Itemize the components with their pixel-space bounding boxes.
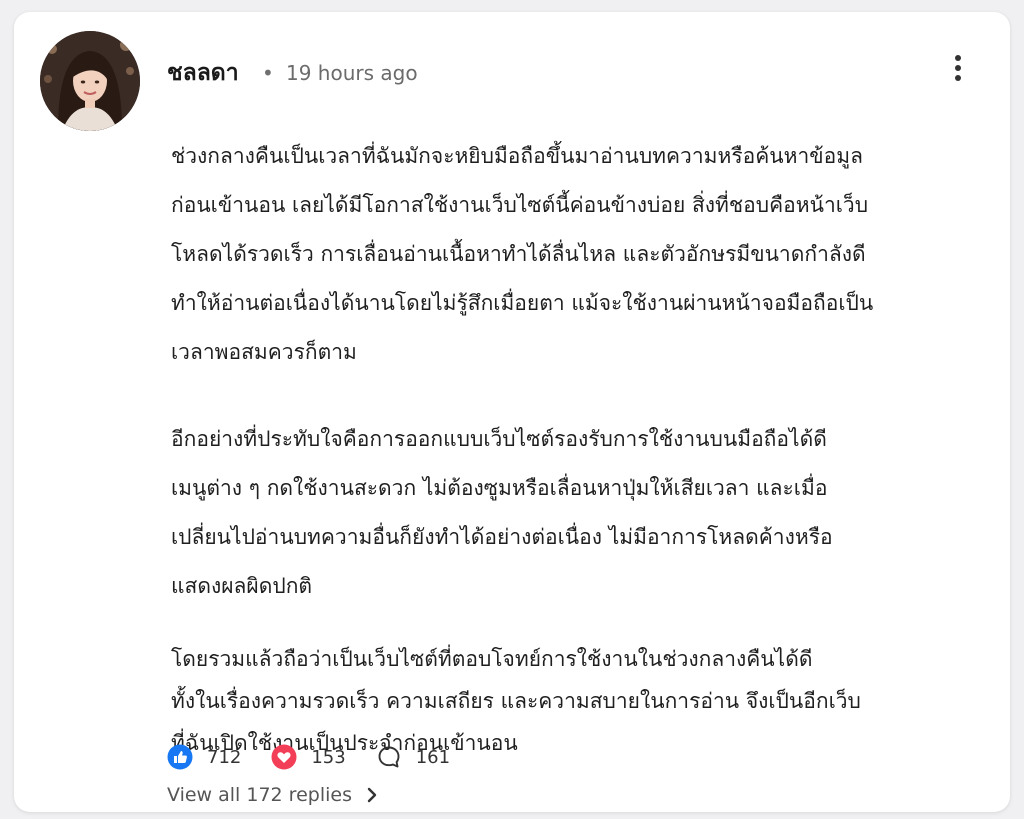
- comment-line: ช่วงกลางคืนเป็นเวลาที่ฉันมักจะหยิบมือถือ…: [171, 144, 863, 168]
- comment-paragraph: ช่วงกลางคืนเป็นเวลาที่ฉันมักจะหยิบมือถือ…: [171, 132, 971, 377]
- comment-body: ช่วงกลางคืนเป็นเวลาที่ฉันมักจะหยิบมือถือ…: [171, 132, 971, 764]
- comment-line: เมนูต่าง ๆ กดใช้งานสะดวก ไม่ต้องซูมหรือเ…: [171, 476, 828, 500]
- reaction-bar: 712 153 161: [167, 742, 480, 772]
- comment-line: ทำให้อ่านต่อเนื่องได้นานโดยไม่รู้สึกเมื่…: [171, 291, 874, 315]
- love-reaction-button[interactable]: 153: [271, 744, 346, 770]
- view-replies-link[interactable]: View all 172 replies: [167, 780, 378, 810]
- comment-line: อีกอย่างที่ประทับใจคือการออกแบบเว็บไซต์ร…: [171, 427, 827, 451]
- comment-line: เปลี่ยนไปอ่านบทความอื่นก็ยังทำได้อย่างต่…: [171, 525, 833, 549]
- comment-card: ชลลดา • 19 hours ago ช่วงกลางคืนเป็นเวลา…: [14, 12, 1010, 812]
- comments-button[interactable]: 161: [376, 744, 450, 770]
- chevron-right-icon: [366, 787, 378, 803]
- comment-line: เวลาพอสมควรก็ตาม: [171, 340, 357, 364]
- comment-bubble-icon: [376, 744, 402, 770]
- avatar-photo: [40, 31, 140, 131]
- author-name[interactable]: ชลลดา: [167, 56, 239, 90]
- like-count: 712: [207, 746, 242, 768]
- comment-line: โหลดได้รวดเร็ว การเลื่อนอ่านเนื้อหาทำได้…: [171, 242, 866, 266]
- comment-line: ทั้งในเรื่องความรวดเร็ว ความเสถียร และคว…: [171, 689, 861, 713]
- thumbs-up-icon: [167, 744, 193, 770]
- comment-paragraph: อีกอย่างที่ประทับใจคือการออกแบบเว็บไซต์ร…: [171, 415, 971, 611]
- timestamp: 19 hours ago: [286, 61, 418, 85]
- comment-line: โดยรวมแล้วถือว่าเป็นเว็บไซต์ที่ตอบโจทย์ก…: [171, 647, 813, 671]
- heart-icon: [271, 744, 297, 770]
- comment-line: แสดงผลผิดปกติ: [171, 574, 313, 598]
- comments-count: 161: [415, 746, 451, 768]
- comment-line: ก่อนเข้านอน เลยได้มีโอกาสใช้งานเว็บไซต์น…: [171, 193, 869, 217]
- view-replies-label: View all 172 replies: [167, 784, 352, 806]
- love-count: 153: [311, 746, 346, 768]
- more-vertical-icon[interactable]: [946, 52, 970, 88]
- like-reaction-button[interactable]: 712: [167, 744, 241, 770]
- separator-dot: •: [262, 61, 274, 85]
- avatar[interactable]: [40, 31, 140, 131]
